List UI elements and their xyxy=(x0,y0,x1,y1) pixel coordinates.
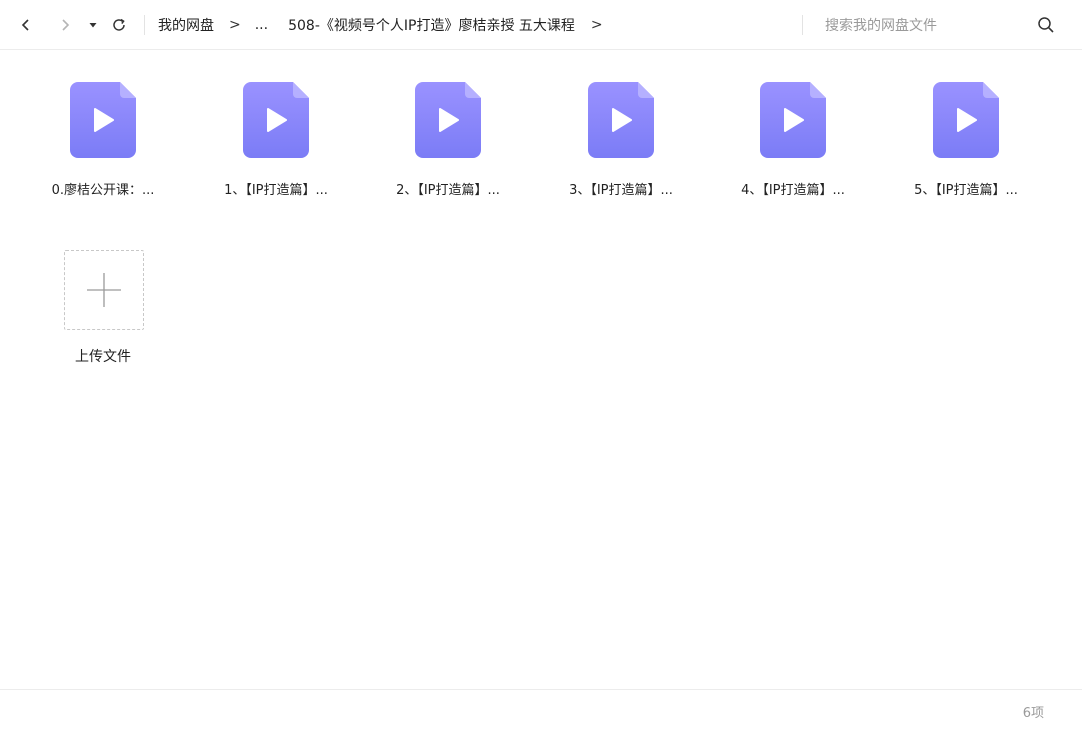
breadcrumb-ellipsis[interactable]: ... xyxy=(255,17,268,33)
file-name: 0.廖桔公开课：... xyxy=(51,183,155,198)
breadcrumb-root[interactable]: 我的网盘 xyxy=(158,15,214,35)
plus-icon xyxy=(87,273,121,307)
video-file-icon xyxy=(588,82,654,158)
upload-box[interactable] xyxy=(64,250,144,330)
video-file-icon xyxy=(70,82,136,158)
file-item[interactable]: 3、【IP打造篇】... xyxy=(541,82,701,212)
file-item[interactable]: 1、【IP打造篇】... xyxy=(196,82,356,212)
video-file-icon xyxy=(760,82,826,158)
search-input[interactable]: 搜索我的网盘文件 xyxy=(825,0,937,50)
file-name: 2、【IP打造篇】... xyxy=(396,183,500,198)
file-item[interactable]: 4、【IP打造篇】... xyxy=(713,82,873,212)
chevron-right-icon xyxy=(62,19,70,31)
breadcrumb: 我的网盘 > ... 508-《视频号个人IP打造》廖桔亲授 五大课程 > xyxy=(158,0,617,50)
search-divider xyxy=(802,15,803,35)
caret-down-icon xyxy=(89,23,97,28)
file-name: 3、【IP打造篇】... xyxy=(569,183,673,198)
upload-label: 上传文件 xyxy=(75,349,131,365)
status-bar: 6项 xyxy=(0,689,1082,731)
item-count: 6项 xyxy=(1022,706,1044,721)
upload-file-tile[interactable]: 上传文件 xyxy=(23,250,183,370)
toolbar: 我的网盘 > ... 508-《视频号个人IP打造》廖桔亲授 五大课程 > 搜索… xyxy=(0,0,1082,50)
toolbar-divider xyxy=(144,15,145,35)
video-file-icon xyxy=(415,82,481,158)
file-item[interactable]: 2、【IP打造篇】... xyxy=(368,82,528,212)
file-name: 5、【IP打造篇】... xyxy=(914,183,1018,198)
forward-button[interactable] xyxy=(52,12,78,38)
breadcrumb-trailing-separator[interactable]: > xyxy=(591,17,603,33)
breadcrumb-separator: > xyxy=(229,17,241,33)
file-item[interactable]: 0.廖桔公开课：... xyxy=(23,82,183,212)
breadcrumb-current-folder[interactable]: 508-《视频号个人IP打造》廖桔亲授 五大课程 xyxy=(288,15,575,35)
search-icon[interactable] xyxy=(1035,14,1057,36)
video-file-icon xyxy=(933,82,999,158)
history-dropdown-button[interactable] xyxy=(80,12,106,38)
refresh-button[interactable] xyxy=(106,12,132,38)
file-item[interactable]: 5、【IP打造篇】... xyxy=(886,82,1046,212)
file-name: 1、【IP打造篇】... xyxy=(224,183,328,198)
chevron-left-icon xyxy=(21,19,29,31)
video-file-icon xyxy=(243,82,309,158)
file-name: 4、【IP打造篇】... xyxy=(741,183,845,198)
back-button[interactable] xyxy=(13,12,39,38)
refresh-icon xyxy=(113,18,125,31)
